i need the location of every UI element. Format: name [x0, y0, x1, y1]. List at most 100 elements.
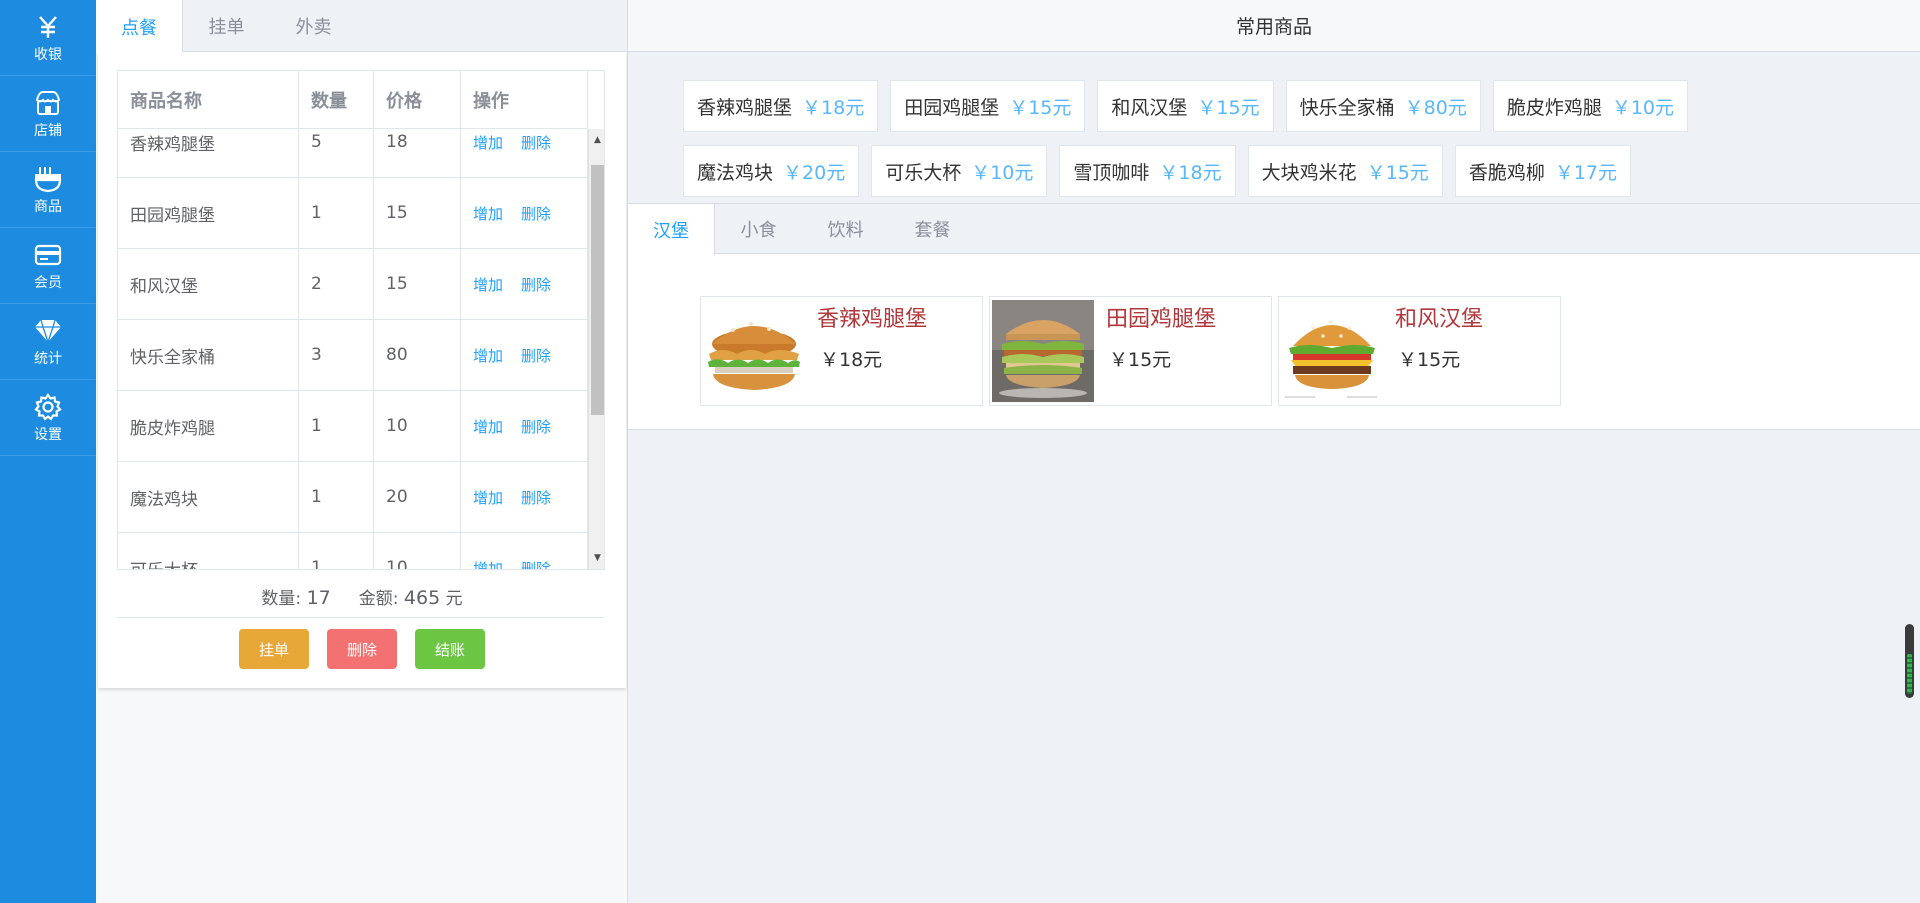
- cell-actions: 增加 删除: [461, 391, 588, 461]
- category-panel: 汉堡 小食 饮料 套餐 香辣鸡腿堡 ￥18元 田园鸡腿堡 ￥15元 和风汉堡 ￥15元: [628, 203, 1920, 430]
- common-goods-name: 魔法鸡块: [697, 161, 774, 184]
- add-link[interactable]: 增加: [473, 203, 503, 224]
- tab-hold[interactable]: 挂单: [183, 0, 270, 52]
- checkout-button[interactable]: 结账: [415, 629, 485, 669]
- delete-link[interactable]: 删除: [521, 416, 551, 437]
- cell-actions: 增加 删除: [461, 462, 588, 532]
- delete-link[interactable]: 删除: [521, 274, 551, 295]
- common-goods-price: ￥15元: [1197, 96, 1260, 119]
- cell-name: 香辣鸡腿堡: [118, 129, 299, 177]
- sidebar-item-member[interactable]: 会员: [0, 228, 96, 304]
- delete-link[interactable]: 删除: [521, 203, 551, 224]
- common-goods-item[interactable]: 雪顶咖啡 ￥18元: [1059, 145, 1236, 197]
- add-link[interactable]: 增加: [473, 558, 503, 570]
- delete-link[interactable]: 删除: [521, 558, 551, 570]
- tab-takeout[interactable]: 外卖: [270, 0, 357, 52]
- amount-unit: 元: [445, 588, 463, 609]
- table-row: 和风汉堡 2 15 增加 删除: [118, 249, 588, 320]
- table-body[interactable]: 香辣鸡腿堡 5 18 增加 删除 田园鸡腿堡 1 15 增加 删除 和风汉堡 2 15 增加 删除 快乐全家桶…: [118, 129, 588, 569]
- cell-actions: 增加 删除: [461, 533, 588, 569]
- order-buttons: 挂单 删除 结账: [98, 629, 626, 669]
- common-goods-item[interactable]: 田园鸡腿堡 ￥15元: [890, 80, 1086, 132]
- category-tab[interactable]: 套餐: [889, 204, 976, 254]
- cell-name: 脆皮炸鸡腿: [118, 391, 299, 461]
- add-link[interactable]: 增加: [473, 345, 503, 366]
- common-goods-name: 可乐大杯: [885, 161, 962, 184]
- sidebar-item-cashier[interactable]: 收银: [0, 0, 96, 76]
- tab-order[interactable]: 点餐: [96, 0, 183, 53]
- goods-card[interactable]: 田园鸡腿堡 ￥15元: [989, 296, 1272, 406]
- cell-price: 15: [374, 249, 461, 319]
- amount-label: 金额:: [358, 588, 399, 609]
- cell-name: 可乐大杯: [118, 533, 299, 569]
- common-goods-price: ￥17元: [1554, 161, 1618, 184]
- header-price[interactable]: 价格: [374, 71, 461, 129]
- category-tab[interactable]: 汉堡: [628, 204, 715, 255]
- cell-qty: 5: [299, 129, 374, 177]
- sidebar-item-settings[interactable]: 设置: [0, 380, 96, 456]
- table-row: 快乐全家桶 3 80 增加 删除: [118, 320, 588, 391]
- common-goods-item[interactable]: 大块鸡米花 ￥15元: [1247, 145, 1443, 197]
- japanese-style-burger-image: [1281, 300, 1383, 402]
- header-actions: 操作: [461, 71, 588, 129]
- goods-card[interactable]: 和风汉堡 ￥15元: [1278, 296, 1561, 406]
- cell-actions: 增加 删除: [461, 249, 588, 319]
- sidebar-item-stats[interactable]: 统计: [0, 304, 96, 380]
- add-link[interactable]: 增加: [473, 274, 503, 295]
- table-row: 田园鸡腿堡 1 15 增加 删除: [118, 178, 588, 249]
- cell-qty: 3: [299, 320, 374, 390]
- delete-link[interactable]: 删除: [521, 345, 551, 366]
- common-goods-item[interactable]: 快乐全家桶 ￥80元: [1285, 80, 1481, 132]
- cell-qty: 1: [299, 178, 374, 248]
- scroll-down-arrow-icon[interactable]: ▼: [589, 549, 604, 567]
- hold-order-button[interactable]: 挂单: [239, 629, 309, 669]
- yen-icon: [35, 12, 61, 42]
- add-link[interactable]: 增加: [473, 416, 503, 437]
- bowl-icon: [33, 164, 63, 194]
- common-goods-item[interactable]: 可乐大杯 ￥10元: [871, 145, 1048, 197]
- scrollbar-thumb[interactable]: [591, 165, 604, 415]
- header-qty[interactable]: 数量: [299, 71, 374, 129]
- table-header: 商品名称 数量 价格 操作: [118, 71, 588, 129]
- delete-link[interactable]: 删除: [521, 487, 551, 508]
- goods-card[interactable]: 香辣鸡腿堡 ￥18元: [700, 296, 983, 406]
- common-goods-price: ￥10元: [971, 161, 1034, 184]
- delete-order-button[interactable]: 删除: [327, 629, 397, 669]
- total-amount: 金额: 465 元: [359, 584, 463, 609]
- cell-actions: 增加 删除: [461, 129, 588, 177]
- scroll-up-arrow-icon[interactable]: ▲: [589, 131, 604, 149]
- category-tabs: 汉堡 小食 饮料 套餐: [628, 204, 1920, 255]
- add-link[interactable]: 增加: [473, 487, 503, 508]
- category-tab[interactable]: 饮料: [802, 204, 889, 254]
- common-goods-price: ￥15元: [1009, 96, 1072, 119]
- goods-price: ￥15元: [1109, 349, 1172, 371]
- order-summary: 数量: 17 金额: 465 元: [98, 580, 626, 612]
- sidebar-item-label: 设置: [34, 426, 62, 443]
- common-goods-title: 常用商品: [628, 0, 1920, 52]
- sidebar-item-goods[interactable]: 商品: [0, 152, 96, 228]
- page-scroll-indicator[interactable]: [1905, 624, 1914, 698]
- sidebar-item-store[interactable]: 店铺: [0, 76, 96, 152]
- goods-name: 和风汉堡: [1395, 307, 1484, 332]
- table-scrollbar[interactable]: ▲ ▼: [588, 129, 604, 569]
- sidebar-item-label: 商品: [34, 198, 62, 215]
- table-row: 魔法鸡块 1 20 增加 删除: [118, 462, 588, 533]
- table-row: 脆皮炸鸡腿 1 10 增加 删除: [118, 391, 588, 462]
- delete-link[interactable]: 删除: [521, 132, 551, 153]
- common-goods-item[interactable]: 魔法鸡块 ￥20元: [683, 145, 860, 197]
- goods-price: ￥18元: [820, 349, 883, 371]
- common-goods-item[interactable]: 香脆鸡柳 ￥17元: [1454, 145, 1632, 197]
- common-goods-item[interactable]: 香辣鸡腿堡 ￥18元: [683, 80, 879, 132]
- category-tab[interactable]: 小食: [715, 204, 802, 254]
- cell-price: 10: [374, 533, 461, 569]
- cell-price: 20: [374, 462, 461, 532]
- cell-price: 10: [374, 391, 461, 461]
- cell-name: 田园鸡腿堡: [118, 178, 299, 248]
- common-goods-name: 田园鸡腿堡: [904, 96, 1000, 119]
- cell-name: 快乐全家桶: [118, 320, 299, 390]
- cell-price: 15: [374, 178, 461, 248]
- common-goods-item[interactable]: 和风汉堡 ￥15元: [1097, 80, 1274, 132]
- common-goods-item[interactable]: 脆皮炸鸡腿 ￥10元: [1492, 80, 1689, 132]
- header-name[interactable]: 商品名称: [118, 71, 299, 129]
- add-link[interactable]: 增加: [473, 132, 503, 153]
